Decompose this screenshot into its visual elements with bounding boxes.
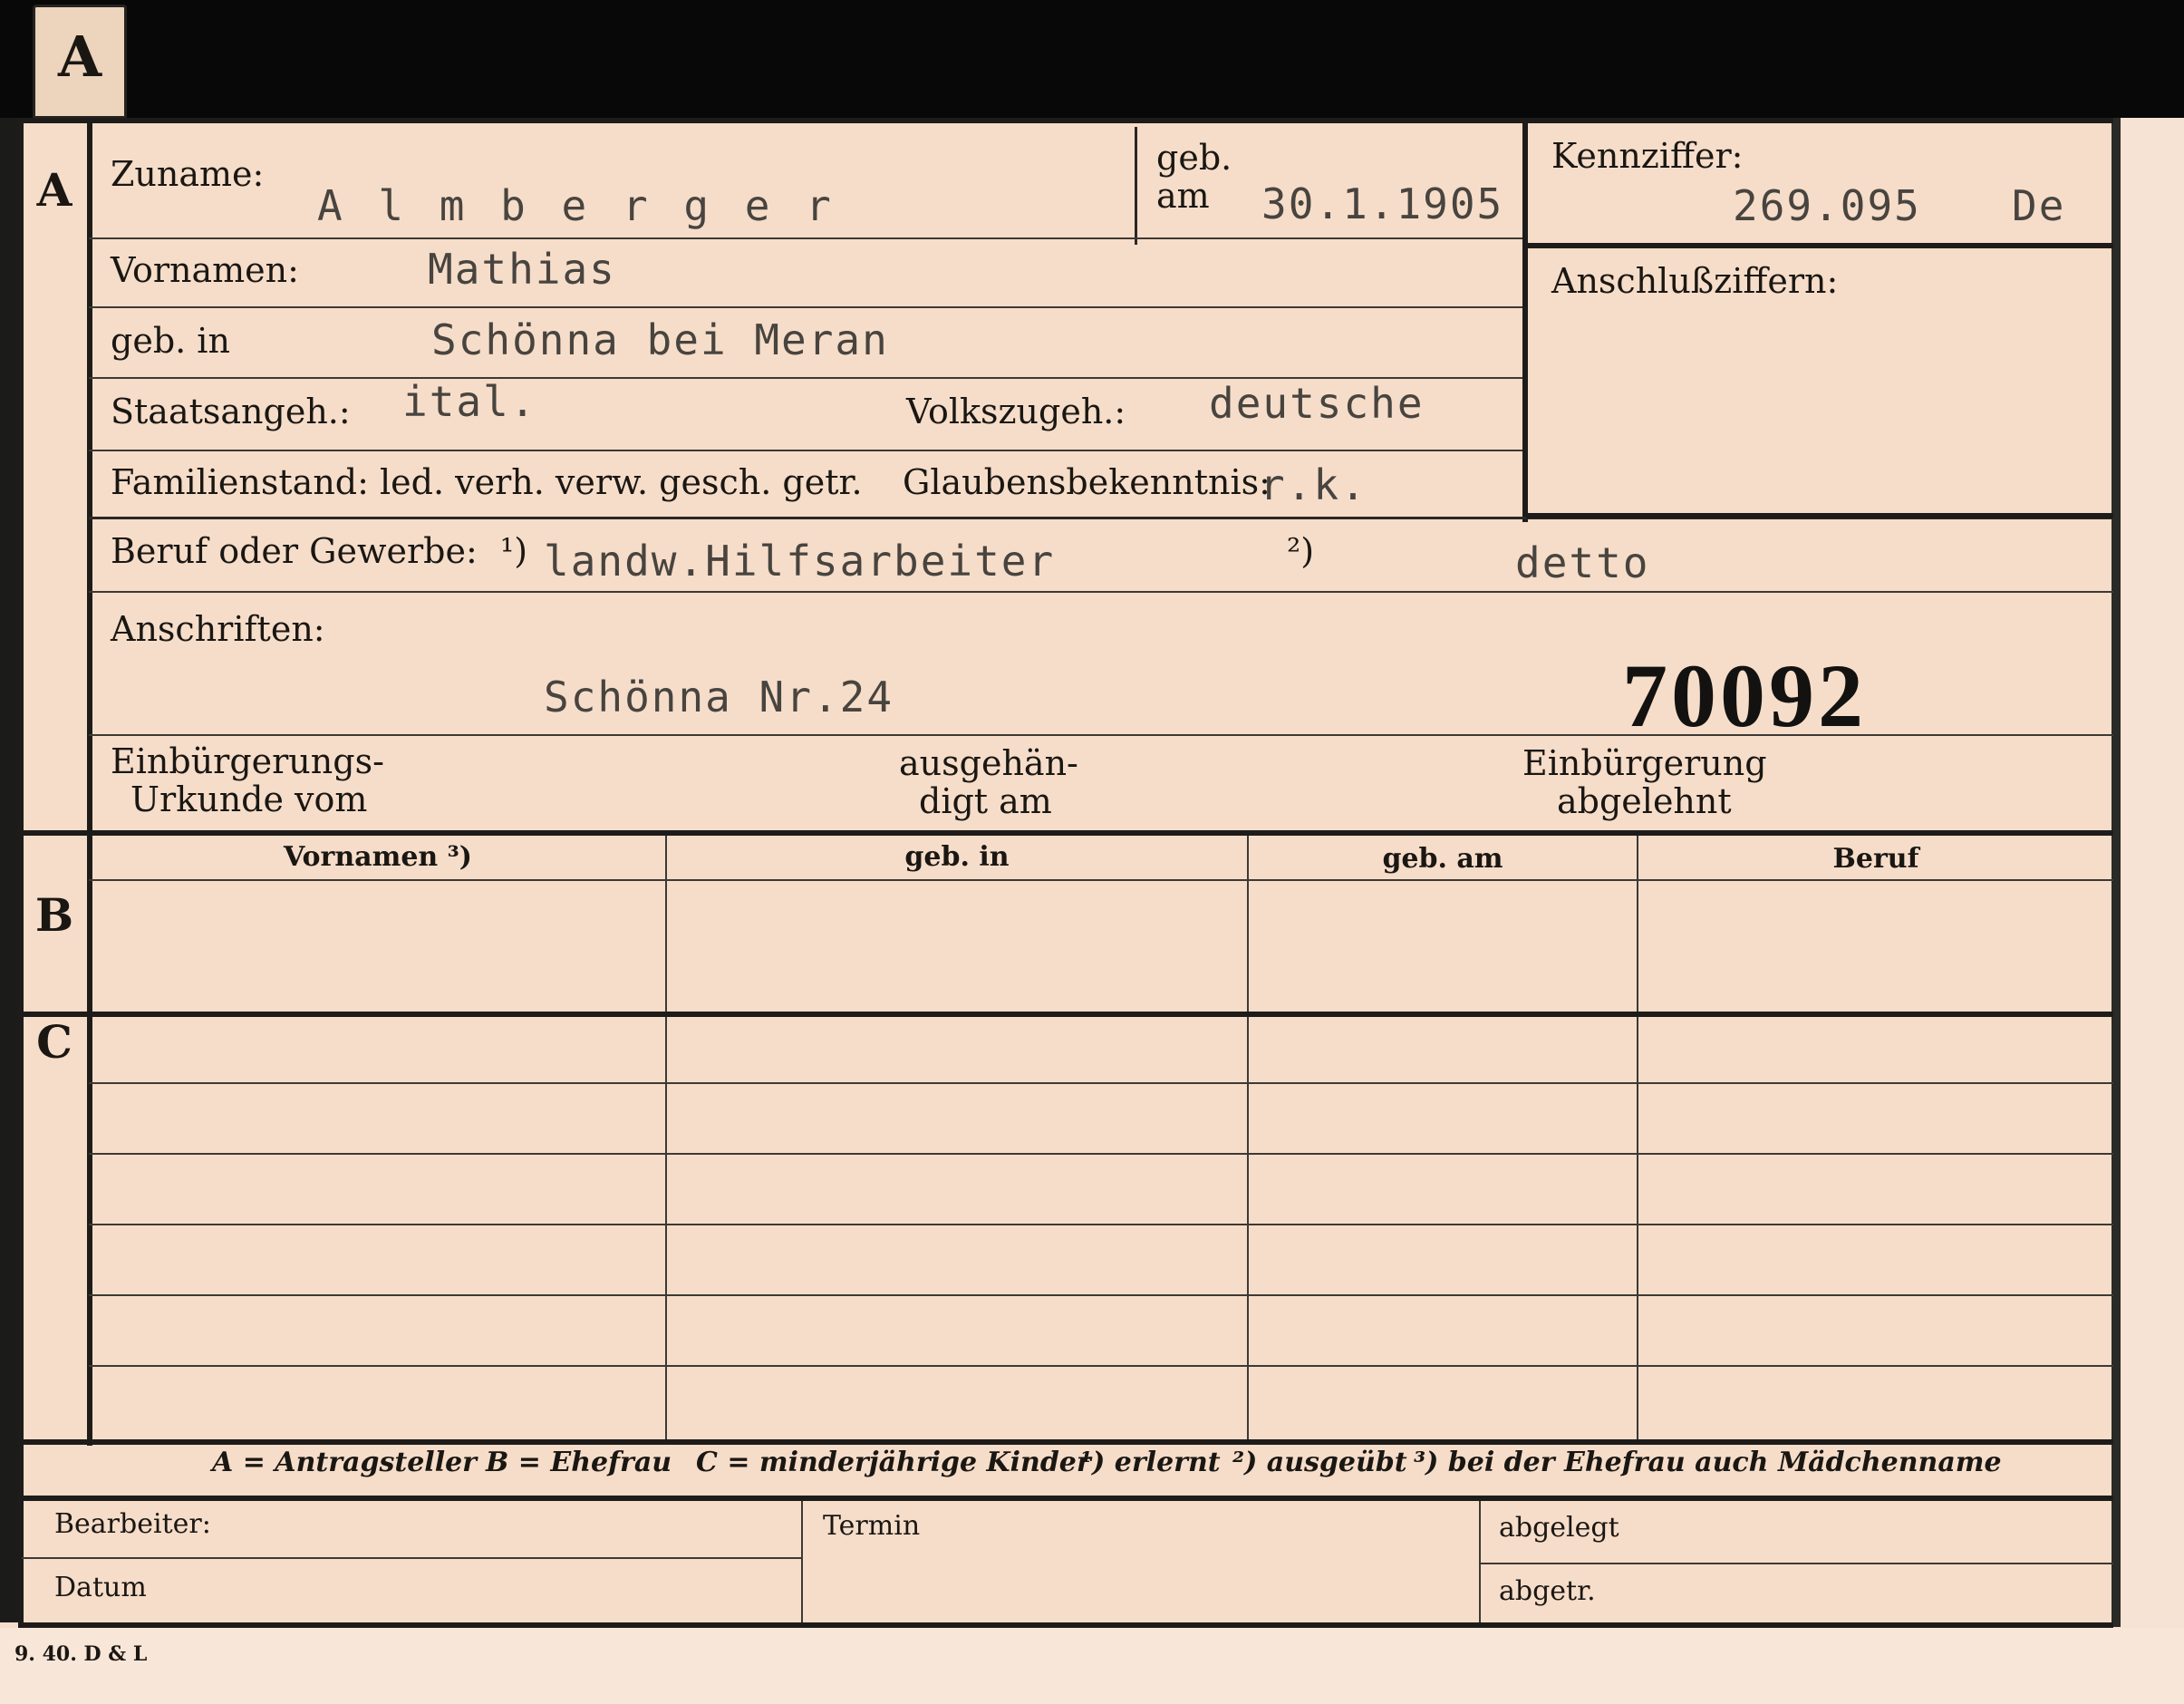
occupation-value2: detto (1515, 538, 1650, 587)
reference-box-bottom (1526, 513, 2113, 518)
birthdate-label-top: geb. (1156, 138, 1232, 178)
filed-label: abgelegt (1499, 1512, 1619, 1544)
row-line (89, 591, 2113, 593)
reference-value: 269.095 (1733, 181, 1921, 230)
legend-bottom-border (18, 1496, 2113, 1501)
index-tab-letter: A (57, 24, 102, 90)
stamped-number: 70092 (1622, 645, 1867, 746)
citizenship-value: ital. (402, 377, 537, 426)
col-header-birthplace: geb. in (904, 841, 1010, 873)
occupation-value1: landw.Hilfsarbeiter (544, 537, 1056, 586)
ethnicity-value: deutsche (1209, 379, 1425, 428)
footer-divider (801, 1501, 803, 1622)
row-line (89, 237, 1522, 239)
card-left-border (18, 118, 24, 1628)
legend-wife: B = Ehefrau (486, 1447, 672, 1478)
reference-label: Kennziffer: (1551, 136, 1744, 176)
first-names-value: Mathias (428, 245, 616, 294)
section-a-letter: A (36, 163, 72, 217)
table-row-line (89, 1365, 2113, 1367)
birthdate-value: 30.1.1905 (1261, 179, 1504, 228)
occupation-label: Beruf oder Gewerbe: (111, 531, 478, 571)
legend-note1: ¹) erlernt (1080, 1447, 1221, 1478)
marital-status-label: Familienstand: led. verh. verw. gesch. g… (111, 462, 863, 502)
birthdate-label-bottom: am (1156, 176, 1210, 216)
table-col-divider (1637, 836, 1638, 1441)
linked-numbers-label: Anschlußziffern: (1551, 261, 1839, 301)
naturalization-refused-line1: Einbürgerung (1522, 743, 1767, 783)
addresses-value: Schönna Nr.24 (544, 673, 894, 721)
table-row-line (89, 1224, 2113, 1225)
printer-imprint: 9. 40. D & L (14, 1642, 148, 1666)
first-names-label: Vornamen: (111, 250, 299, 290)
ethnicity-label: Volkszugeh.: (906, 392, 1126, 431)
religion-value: r.k. (1260, 460, 1367, 509)
row-line (89, 306, 1522, 308)
table-bottom-border (18, 1439, 2113, 1445)
row-line (89, 450, 1522, 451)
naturalization-refused-line2: abgelehnt (1557, 781, 1732, 821)
table-col-divider (665, 836, 667, 1441)
naturalization-certificate-line1: Einbürgerungs- (111, 741, 384, 781)
footer-line (22, 1557, 801, 1559)
surname-value: A l m b e r g e r (317, 181, 836, 230)
addresses-label: Anschriften: (111, 609, 325, 649)
citizenship-label: Staatsangeh.: (111, 392, 351, 431)
naturalization-delivered-line2: digt am (919, 781, 1052, 821)
birthplace-value: Schönna bei Meran (431, 315, 889, 364)
footer-divider (1479, 1501, 1481, 1622)
table-header-line (89, 879, 2113, 881)
index-tab: A (33, 5, 127, 119)
table-col-divider (1247, 836, 1249, 1441)
legend-note3: ³) bei der Ehefrau auch Mädchenname (1414, 1447, 2002, 1478)
top-black-background (0, 0, 2184, 118)
legend-children: C = minderjährige Kinder (696, 1447, 1091, 1478)
card-bottom-border (18, 1622, 2113, 1628)
occupation-note2: ²) (1287, 531, 1315, 571)
surname-label: Zuname: (111, 154, 265, 194)
card-top-border (18, 118, 2113, 123)
section-b-bottom (18, 1012, 2113, 1017)
table-row-line (89, 1294, 2113, 1296)
naturalization-delivered-line1: ausgehän- (899, 743, 1078, 783)
section-b-letter: B (34, 888, 74, 942)
table-row-line (89, 1082, 2113, 1084)
table-row-line (89, 1153, 2113, 1155)
religion-label: Glaubensbekenntnis: (903, 462, 1271, 502)
legend-applicant: A = Antragsteller (212, 1447, 477, 1478)
date-label: Datum (54, 1572, 147, 1603)
birthplace-label: geb. in (111, 321, 230, 361)
left-dark-edge (0, 118, 18, 1622)
reference-box-line (1526, 243, 2113, 248)
reference-box-divider (1522, 123, 1528, 522)
removed-label: abgetr. (1499, 1575, 1596, 1607)
occupation-note1: ¹) (500, 531, 528, 571)
deadline-label: Termin (823, 1510, 921, 1542)
record-card: A Zuname: A l m b e r g e r geb. am 30.1… (18, 118, 2113, 1628)
naturalization-certificate-line2: Urkunde vom (130, 779, 368, 819)
section-column-divider (87, 118, 92, 1446)
col-header-birthdate: geb. am (1382, 843, 1503, 875)
section-c-letter: C (36, 1015, 72, 1069)
col-header-occupation: Beruf (1832, 843, 1919, 875)
bottom-background (0, 1628, 2184, 1704)
right-background (2119, 118, 2184, 1704)
col-header-first-names: Vornamen ³) (283, 841, 472, 873)
legend-note2: ²) ausgeübt (1232, 1447, 1407, 1478)
footer-line (1481, 1563, 2113, 1564)
birthdate-divider (1135, 127, 1137, 245)
clerk-label: Bearbeiter: (54, 1508, 211, 1540)
section-a-bottom (18, 830, 2113, 836)
reference-suffix: De (2012, 181, 2066, 230)
